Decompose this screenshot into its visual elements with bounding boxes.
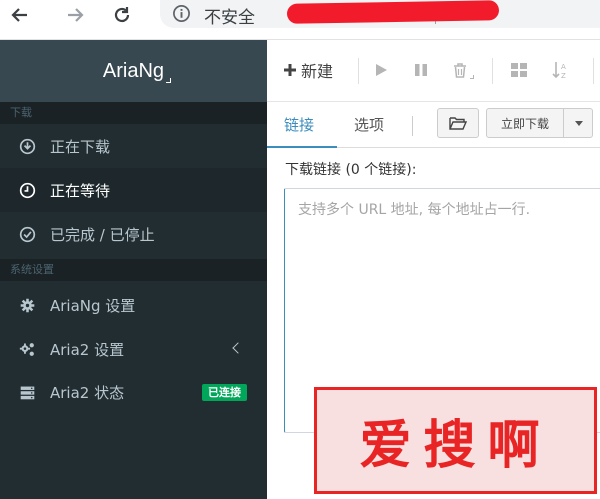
plus-icon [284, 64, 296, 76]
sidebar-item-downloading[interactable]: 正在下载 [0, 124, 267, 168]
tab-bar: 链接 选项 立即下载 [267, 102, 600, 148]
sidebar-item-label: 正在等待 [50, 181, 111, 200]
gears-icon [17, 339, 37, 359]
active-tab-indicator [267, 146, 337, 148]
toolbar-separator [492, 58, 493, 84]
section-header-settings: 系统设置 [0, 259, 267, 281]
sidebar-item-ariang-settings[interactable]: AriaNg 设置 [0, 283, 267, 327]
browser-toolbar: 不安全 [0, 0, 600, 40]
sidebar-item-aria2-status[interactable]: Aria2 状态 已连接 [0, 370, 267, 414]
check-circle-icon [17, 224, 37, 244]
sidebar-item-stopped[interactable]: 已完成 / 已停止 [0, 212, 267, 256]
svg-text:A: A [561, 63, 566, 71]
pause-icon [415, 64, 427, 76]
forward-button[interactable] [64, 4, 86, 26]
sidebar-item-label: 已完成 / 已停止 [50, 225, 155, 244]
address-bar[interactable]: 不安全 [160, 0, 600, 28]
sidebar-item-label: Aria2 设置 [50, 340, 125, 359]
sidebar-item-label: Aria2 状态 [50, 383, 125, 402]
folder-open-icon [449, 117, 467, 130]
caret-down-icon [575, 121, 583, 126]
server-icon [17, 382, 37, 402]
brand-caret-icon [166, 78, 171, 83]
watermark-text: 爱搜啊 [359, 415, 552, 476]
sidebar-item-aria2-settings[interactable]: Aria2 设置 [0, 327, 267, 371]
brand-name: AriaNg [102, 59, 165, 82]
toolbar-separator [358, 58, 359, 84]
start-button[interactable] [373, 58, 389, 82]
reload-icon [114, 7, 130, 23]
pause-button[interactable] [413, 58, 429, 82]
sidebar: AriaNg 下载 正在下载 正在等待 已完成 / 已停止 系统设置 AriaN… [0, 40, 267, 499]
trash-icon [454, 63, 466, 78]
sidebar-item-label: 正在下载 [50, 137, 111, 156]
watermark-stamp: 爱搜啊 [314, 387, 597, 494]
grid-icon [511, 63, 527, 77]
reload-button[interactable] [111, 4, 133, 26]
delete-caret-icon [470, 75, 474, 79]
back-button[interactable] [9, 4, 31, 26]
tab-links[interactable]: 链接 [284, 114, 314, 135]
new-task-button[interactable]: 新建 [283, 58, 333, 82]
sort-button[interactable]: AZ [552, 58, 572, 82]
tab-separator [412, 116, 413, 136]
links-count-label: 下载链接 (0 个链接): [285, 162, 417, 178]
download-now-button[interactable]: 立即下载 [486, 108, 564, 138]
open-file-button[interactable] [437, 108, 479, 138]
info-icon[interactable] [172, 4, 191, 23]
toolbar: 新建 AZ [267, 40, 600, 102]
download-options-dropdown[interactable] [563, 108, 593, 138]
arrow-left-icon [11, 8, 27, 22]
gear-icon [17, 295, 37, 315]
clock-icon [17, 180, 37, 200]
section-header-download: 下载 [0, 102, 267, 124]
sidebar-item-label: AriaNg 设置 [50, 296, 136, 315]
redacted-url-mark [286, 0, 500, 24]
play-icon [376, 64, 387, 76]
sidebar-item-waiting[interactable]: 正在等待 [0, 168, 267, 212]
arrow-right-icon [68, 8, 84, 22]
new-task-label: 新建 [301, 62, 334, 81]
tab-options[interactable]: 选项 [354, 114, 384, 135]
download-circle-icon [17, 136, 37, 156]
security-status: 不安全 [204, 8, 255, 28]
select-all-button[interactable] [510, 58, 528, 82]
chevron-left-icon [232, 342, 244, 354]
sort-alpha-icon: AZ [552, 62, 566, 80]
toolbar-separator [593, 58, 594, 84]
svg-text:Z: Z [561, 72, 566, 80]
status-badge: 已连接 [202, 384, 247, 401]
delete-button[interactable] [452, 58, 474, 82]
brand[interactable]: AriaNg [0, 40, 267, 102]
